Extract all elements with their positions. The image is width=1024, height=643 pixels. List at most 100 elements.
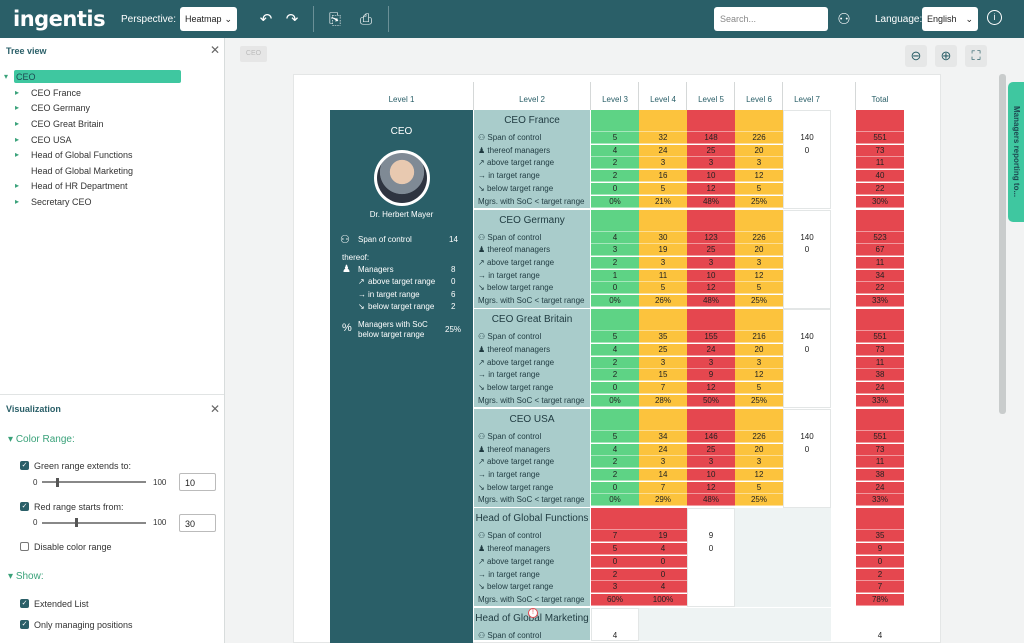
heat-cell[interactable]: 226: [735, 231, 783, 244]
heat-cell[interactable]: 140: [783, 232, 831, 244]
export-icon[interactable]: ⎘: [328, 11, 342, 28]
heat-cell[interactable]: 3: [639, 356, 687, 369]
heat-cell[interactable]: 3: [735, 356, 783, 369]
heat-cell[interactable]: 24: [639, 144, 687, 157]
heat-cell[interactable]: 3: [687, 456, 735, 469]
perspective-select[interactable]: Heatmap ⌄: [180, 7, 238, 31]
heat-cell[interactable]: 5: [591, 132, 639, 144]
heat-cell[interactable]: 16: [639, 170, 687, 183]
tree-item-ceo-usa[interactable]: ▸ CEO USA: [15, 133, 72, 146]
scrollbar[interactable]: [999, 74, 1006, 414]
total-cell[interactable]: 34: [856, 269, 904, 282]
heat-cell[interactable]: 20: [735, 443, 783, 456]
total-cell[interactable]: 9: [856, 543, 904, 556]
total-cell[interactable]: 38: [856, 468, 904, 481]
tree-item-ceo-great-britain[interactable]: ▸ CEO Great Britain: [15, 117, 104, 130]
heat-cell[interactable]: 0%: [591, 494, 639, 507]
heat-cell[interactable]: 0: [591, 481, 639, 494]
heat-cell[interactable]: 12: [687, 282, 735, 295]
heat-cell[interactable]: [687, 569, 735, 581]
heat-cell[interactable]: 146: [687, 430, 735, 443]
heat-cell[interactable]: 226: [735, 132, 783, 144]
heat-cell[interactable]: 12: [687, 182, 735, 195]
only-managing-checkbox[interactable]: ✓: [20, 620, 29, 629]
heat-cell[interactable]: 20: [735, 244, 783, 257]
tree-item-head-of-global-functions[interactable]: ▸ Head of Global Functions: [15, 148, 133, 161]
total-cell[interactable]: 67: [856, 244, 904, 257]
red-range-slider-thumb[interactable]: [75, 518, 78, 527]
heat-cell[interactable]: [783, 395, 831, 407]
heat-cell[interactable]: 148: [687, 132, 735, 144]
total-cell[interactable]: 22: [856, 282, 904, 295]
heat-cell[interactable]: 2: [591, 468, 639, 481]
total-cell[interactable]: 73: [856, 144, 904, 157]
heat-cell[interactable]: [687, 581, 735, 593]
heat-cell[interactable]: 2: [591, 170, 639, 183]
heat-cell[interactable]: 48%: [687, 195, 735, 208]
heat-cell[interactable]: 7: [591, 530, 639, 543]
heat-cell[interactable]: 3: [735, 157, 783, 170]
heat-cell[interactable]: 28%: [639, 394, 687, 407]
heat-cell[interactable]: 2: [591, 257, 639, 269]
total-cell[interactable]: 30%: [856, 195, 904, 208]
heat-cell[interactable]: [783, 157, 831, 169]
breadcrumb[interactable]: CEO: [240, 46, 267, 62]
heat-cell[interactable]: [783, 482, 831, 494]
heat-cell[interactable]: 216: [735, 331, 783, 344]
total-cell[interactable]: 38: [856, 369, 904, 382]
close-icon[interactable]: ✕: [210, 402, 220, 416]
green-range-checkbox[interactable]: ✓: [20, 461, 29, 470]
heat-cell[interactable]: [783, 183, 831, 195]
heat-cell[interactable]: 5: [639, 282, 687, 295]
total-cell[interactable]: 22: [856, 182, 904, 195]
heat-cell[interactable]: 12: [735, 170, 783, 183]
total-cell[interactable]: 78%: [856, 593, 904, 606]
heat-cell[interactable]: 11: [639, 269, 687, 282]
heat-cell[interactable]: 155: [687, 331, 735, 344]
green-range-slider-thumb[interactable]: [56, 478, 59, 487]
heat-cell[interactable]: [783, 357, 831, 369]
disable-color-range-checkbox[interactable]: [20, 542, 29, 551]
total-cell[interactable]: 35: [856, 530, 904, 543]
heat-cell[interactable]: 0: [591, 182, 639, 195]
heat-cell[interactable]: 32: [639, 132, 687, 144]
heat-cell[interactable]: 4: [591, 443, 639, 456]
heat-cell[interactable]: 25: [687, 244, 735, 257]
heat-cell[interactable]: 30: [639, 231, 687, 244]
heat-cell[interactable]: 5: [735, 282, 783, 295]
heat-cell[interactable]: 5: [591, 543, 639, 556]
heat-cell[interactable]: 7: [639, 382, 687, 394]
heat-cell[interactable]: 26%: [639, 295, 687, 308]
undo-icon[interactable]: ↶: [259, 10, 273, 28]
total-cell[interactable]: 40: [856, 170, 904, 183]
heat-cell[interactable]: 3: [735, 257, 783, 269]
heat-cell[interactable]: 0: [783, 244, 831, 256]
total-cell[interactable]: 0: [856, 555, 904, 568]
heat-cell[interactable]: 12: [735, 468, 783, 481]
heat-cell[interactable]: 2: [591, 369, 639, 382]
heat-cell[interactable]: 10: [687, 468, 735, 481]
heat-cell[interactable]: 5: [735, 382, 783, 394]
heat-cell[interactable]: 12: [687, 481, 735, 494]
heat-cell[interactable]: 4: [639, 581, 687, 594]
heat-cell[interactable]: 12: [735, 269, 783, 282]
heat-cell[interactable]: 48%: [687, 494, 735, 507]
heat-cell[interactable]: 1: [591, 269, 639, 282]
heat-cell[interactable]: 140: [783, 331, 831, 343]
heat-cell[interactable]: 4: [591, 231, 639, 244]
heat-cell[interactable]: [687, 556, 735, 568]
heat-cell[interactable]: 34: [639, 430, 687, 443]
heat-cell[interactable]: 25: [639, 343, 687, 356]
heat-cell[interactable]: 5: [735, 481, 783, 494]
heat-cell[interactable]: 3: [591, 244, 639, 257]
heat-cell[interactable]: 4: [639, 543, 687, 556]
heat-cell[interactable]: 10: [687, 269, 735, 282]
total-cell[interactable]: 11: [856, 356, 904, 369]
heat-cell[interactable]: 0: [591, 555, 639, 568]
search-input[interactable]: Search...: [714, 7, 828, 31]
heat-cell[interactable]: 12: [735, 369, 783, 382]
heat-cell[interactable]: 226: [735, 430, 783, 443]
language-select[interactable]: English ⌄: [922, 7, 978, 31]
heat-cell[interactable]: 14: [639, 468, 687, 481]
tree-item-ceo-france[interactable]: ▸ CEO France: [15, 86, 81, 99]
